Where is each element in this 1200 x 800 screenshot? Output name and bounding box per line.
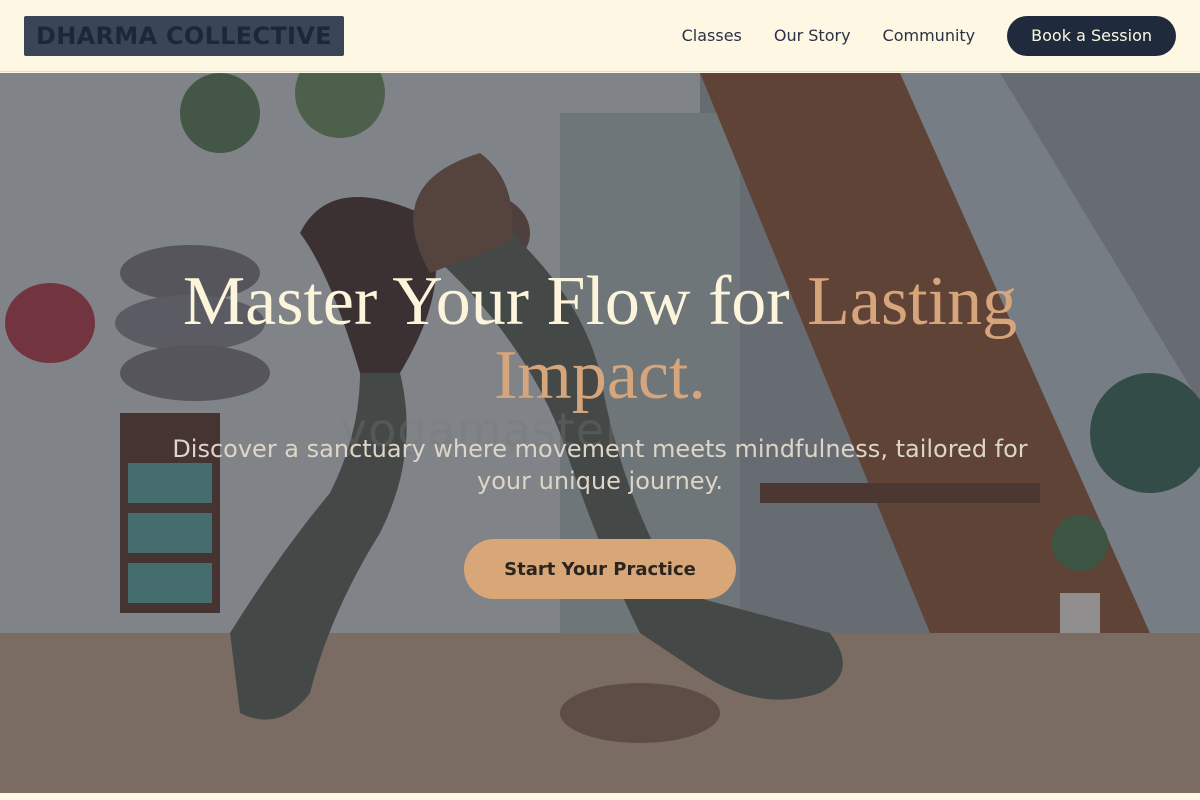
start-practice-button[interactable]: Start Your Practice bbox=[464, 539, 736, 599]
site-header: DHARMA COLLECTIVE Classes Our Story Comm… bbox=[0, 0, 1200, 72]
book-session-button[interactable]: Book a Session bbox=[1007, 15, 1176, 56]
hero-title: Master Your Flow for Lasting Impact. bbox=[100, 265, 1100, 413]
brand-logo[interactable]: DHARMA COLLECTIVE bbox=[24, 15, 344, 56]
footer-strip bbox=[0, 793, 1200, 800]
nav-link-classes[interactable]: Classes bbox=[682, 26, 742, 45]
hero-subtitle: Discover a sanctuary where movement meet… bbox=[172, 435, 1028, 495]
hero-content: Master Your Flow for Lasting Impact. yog… bbox=[0, 73, 1200, 793]
hero-title-main: Master Your Flow for bbox=[182, 263, 808, 340]
hero-section: Master Your Flow for Lasting Impact. yog… bbox=[0, 73, 1200, 793]
main-nav: Classes Our Story Community Book a Sessi… bbox=[682, 15, 1176, 56]
nav-link-our-story[interactable]: Our Story bbox=[774, 26, 851, 45]
nav-link-community[interactable]: Community bbox=[883, 26, 976, 45]
